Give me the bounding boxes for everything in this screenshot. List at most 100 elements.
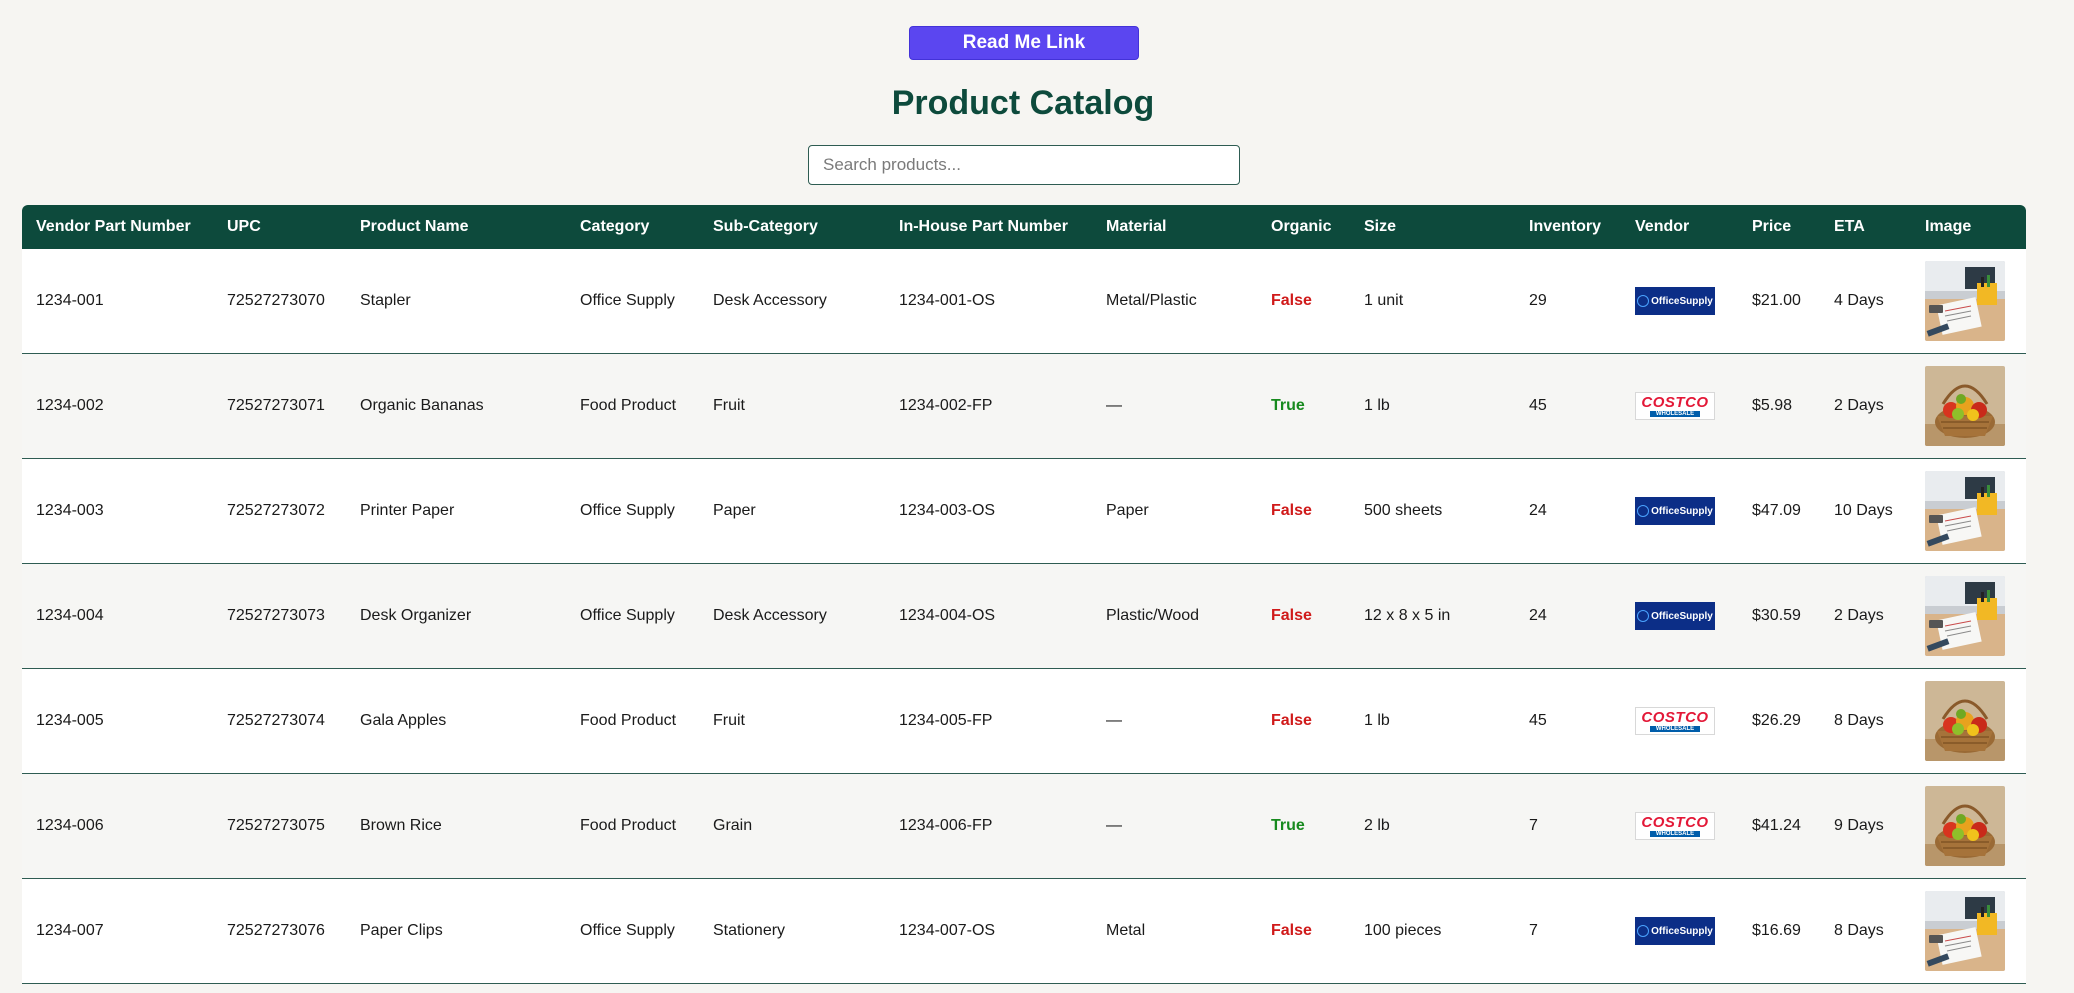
price-cell: $26.29 — [1738, 669, 1820, 774]
column-header-upc: UPC — [213, 205, 346, 249]
price-cell: $41.24 — [1738, 774, 1820, 879]
category-cell: Office Supply — [566, 564, 699, 669]
organic-cell: True — [1257, 354, 1350, 459]
inventory-cell: 7 — [1515, 879, 1621, 984]
column-header-size: Size — [1350, 205, 1515, 249]
table-row[interactable]: 1234-005 72527273074 Gala Apples Food Produ… — [22, 669, 2026, 774]
sub-category-cell: Fruit — [699, 354, 885, 459]
organic-cell: True — [1257, 774, 1350, 879]
column-header-vendor-part-number: Vendor Part Number — [22, 205, 213, 249]
material-cell: Metal/Plastic — [1092, 249, 1257, 354]
eta-cell: 9 Days — [1820, 774, 1911, 879]
inhouse-part-number-cell: 1234-002-FP — [885, 354, 1092, 459]
organic-cell: False — [1257, 669, 1350, 774]
inventory-cell: 45 — [1515, 669, 1621, 774]
organic-cell: False — [1257, 249, 1350, 354]
column-header-price: Price — [1738, 205, 1820, 249]
image-cell — [1911, 354, 2026, 459]
table-row[interactable]: 1234-007 72527273076 Paper Clips Office Sup… — [22, 879, 2026, 984]
table-row[interactable]: 1234-001 72527273070 Stapler Office Supply D… — [22, 249, 2026, 354]
costco-logo: COSTCO WHOLESALE — [1635, 707, 1715, 735]
vendor-part-number-cell: 1234-007 — [22, 879, 213, 984]
price-cell: $16.69 — [1738, 879, 1820, 984]
upc-cell: 72527273071 — [213, 354, 346, 459]
size-cell: 1 unit — [1350, 249, 1515, 354]
desk-photo[interactable] — [1925, 576, 2005, 656]
sub-category-cell: Desk Accessory — [699, 249, 885, 354]
vendor-cell: COSTCO WHOLESALE — [1621, 774, 1738, 879]
table-row[interactable]: 1234-002 72527273071 Organic Bananas Food P… — [22, 354, 2026, 459]
category-cell: Office Supply — [566, 249, 699, 354]
column-header-product-name: Product Name — [346, 205, 566, 249]
desk-photo[interactable] — [1925, 471, 2005, 551]
column-header-vendor: Vendor — [1621, 205, 1738, 249]
category-cell: Food Product — [566, 669, 699, 774]
inhouse-part-number-cell: 1234-007-OS — [885, 879, 1092, 984]
image-cell — [1911, 249, 2026, 354]
vendor-part-number-cell: 1234-006 — [22, 774, 213, 879]
officesupply-logo: OfficeSupply — [1635, 287, 1715, 315]
category-cell: Food Product — [566, 354, 699, 459]
eta-cell: 4 Days — [1820, 249, 1911, 354]
image-cell — [1911, 669, 2026, 774]
category-cell: Office Supply — [566, 879, 699, 984]
image-cell — [1911, 774, 2026, 879]
organic-cell: False — [1257, 459, 1350, 564]
material-cell: — — [1092, 669, 1257, 774]
product-name-cell: Brown Rice — [346, 774, 566, 879]
column-header-eta: ETA — [1820, 205, 1911, 249]
page-title: Product Catalog — [891, 84, 1155, 122]
column-header-sub-category: Sub-Category — [699, 205, 885, 249]
product-name-cell: Paper Clips — [346, 879, 566, 984]
desk-photo[interactable] — [1925, 261, 2005, 341]
material-cell: Paper — [1092, 459, 1257, 564]
table-row[interactable]: 1234-006 72527273075 Brown Rice Food Produc… — [22, 774, 2026, 879]
table-body: 1234-001 72527273070 Stapler Office Supply D… — [22, 249, 2026, 984]
column-header-material: Material — [1092, 205, 1257, 249]
organic-cell: False — [1257, 879, 1350, 984]
fruit-basket-photo[interactable] — [1925, 786, 2005, 866]
vendor-cell: OfficeSupply — [1621, 459, 1738, 564]
inhouse-part-number-cell: 1234-001-OS — [885, 249, 1092, 354]
table-row[interactable]: 1234-004 72527273073 Desk Organizer Office … — [22, 564, 2026, 669]
image-cell — [1911, 564, 2026, 669]
vendor-part-number-cell: 1234-001 — [22, 249, 213, 354]
size-cell: 1 lb — [1350, 669, 1515, 774]
costco-logo: COSTCO WHOLESALE — [1635, 392, 1715, 420]
material-cell: — — [1092, 774, 1257, 879]
vendor-cell: OfficeSupply — [1621, 249, 1738, 354]
size-cell: 1 lb — [1350, 354, 1515, 459]
fruit-basket-photo[interactable] — [1925, 366, 2005, 446]
page-header: Read Me Link Product Catalog — [0, 0, 2074, 205]
size-cell: 100 pieces — [1350, 879, 1515, 984]
officesupply-logo: OfficeSupply — [1635, 917, 1715, 945]
readme-link-button[interactable]: Read Me Link — [909, 26, 1139, 60]
eta-cell: 10 Days — [1820, 459, 1911, 564]
upc-cell: 72527273076 — [213, 879, 346, 984]
inhouse-part-number-cell: 1234-003-OS — [885, 459, 1092, 564]
inhouse-part-number-cell: 1234-006-FP — [885, 774, 1092, 879]
upc-cell: 72527273074 — [213, 669, 346, 774]
sub-category-cell: Fruit — [699, 669, 885, 774]
vendor-part-number-cell: 1234-002 — [22, 354, 213, 459]
desk-photo[interactable] — [1925, 891, 2005, 971]
search-input[interactable] — [808, 145, 1240, 185]
size-cell: 500 sheets — [1350, 459, 1515, 564]
vendor-part-number-cell: 1234-005 — [22, 669, 213, 774]
fruit-basket-photo[interactable] — [1925, 681, 2005, 761]
table-header-row: Vendor Part Number UPC Product Name Categor… — [22, 205, 2026, 249]
product-name-cell: Desk Organizer — [346, 564, 566, 669]
product-name-cell: Gala Apples — [346, 669, 566, 774]
vendor-cell: COSTCO WHOLESALE — [1621, 354, 1738, 459]
vendor-cell: COSTCO WHOLESALE — [1621, 669, 1738, 774]
inventory-cell: 24 — [1515, 564, 1621, 669]
vendor-cell: OfficeSupply — [1621, 564, 1738, 669]
upc-cell: 72527273072 — [213, 459, 346, 564]
officesupply-logo: OfficeSupply — [1635, 497, 1715, 525]
size-cell: 12 x 8 x 5 in — [1350, 564, 1515, 669]
table-row[interactable]: 1234-003 72527273072 Printer Paper Office S… — [22, 459, 2026, 564]
material-cell: Metal — [1092, 879, 1257, 984]
eta-cell: 2 Days — [1820, 564, 1911, 669]
upc-cell: 72527273070 — [213, 249, 346, 354]
column-header-category: Category — [566, 205, 699, 249]
